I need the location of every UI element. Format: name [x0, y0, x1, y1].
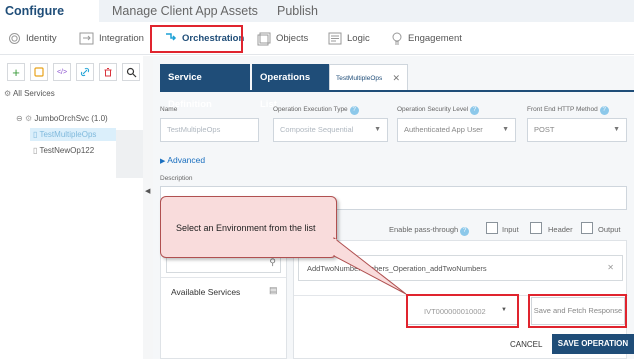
- tree-operation-label: TestMultipleOps: [39, 130, 97, 139]
- code-icon[interactable]: </>: [53, 63, 71, 81]
- link-icon[interactable]: [76, 63, 94, 81]
- tree-service[interactable]: ⊖ ⚙ JumboOrchSvc (1.0): [16, 114, 108, 123]
- subnav-label: Logic: [347, 33, 370, 44]
- objects-icon: [257, 32, 271, 46]
- tab-configure-services[interactable]: Configure Services: [0, 0, 99, 40]
- help-icon[interactable]: ?: [599, 106, 609, 115]
- name-input[interactable]: TestMultipleOps: [160, 118, 259, 142]
- advanced-toggle[interactable]: ▶ Advanced: [160, 155, 205, 165]
- exec-type-label: Operation Execution Type?: [273, 106, 359, 115]
- help-icon[interactable]: ?: [349, 106, 359, 115]
- tree-operation[interactable]: ▯ TestNewOp122: [33, 146, 94, 155]
- chevron-down-icon: ▼: [502, 126, 509, 133]
- subnav-integration[interactable]: Integration: [79, 22, 144, 55]
- fetch-highlight: [528, 294, 627, 328]
- subnav-engagement[interactable]: Engagement: [391, 22, 462, 55]
- engagement-icon: [391, 32, 403, 46]
- add-icon[interactable]: +: [7, 63, 25, 81]
- advanced-label: Advanced: [167, 155, 206, 165]
- search-icon[interactable]: [122, 63, 140, 81]
- chevron-right-icon: ▶: [160, 158, 166, 165]
- orchestration-highlight: [150, 25, 243, 53]
- delete-icon[interactable]: [99, 63, 117, 81]
- tab-operations-list[interactable]: Operations List: [252, 64, 329, 110]
- environment-highlight: [406, 294, 519, 328]
- input-checkbox-label: Input: [502, 225, 519, 234]
- description-label: Description: [160, 175, 193, 182]
- output-checkbox[interactable]: [581, 222, 593, 234]
- tree-operation-label: TestNewOp122: [39, 146, 95, 155]
- gear-icon: ⚙: [4, 89, 12, 98]
- help-icon[interactable]: ?: [470, 106, 480, 115]
- top-tab-bar: Configure Services Manage Client App Ass…: [0, 0, 634, 40]
- chevron-down-icon: ▼: [613, 126, 620, 133]
- subnav-label: Engagement: [408, 33, 462, 44]
- subnav-label: Objects: [276, 33, 309, 44]
- collapse-icon: ⊖: [16, 114, 23, 123]
- name-label: Name: [160, 106, 178, 113]
- tab-underline: [160, 90, 634, 92]
- tab-service-definition[interactable]: Service Definition: [160, 64, 250, 110]
- output-checkbox-label: Output: [598, 225, 621, 234]
- tab-operation-chip[interactable]: TestMultipleOps ✕: [329, 64, 408, 91]
- tree-root-label: All Services: [12, 89, 55, 98]
- sub-navigation: Identity Integration Orchestration Objec…: [0, 22, 634, 55]
- header-checkbox[interactable]: [530, 222, 542, 234]
- folder-icon[interactable]: [30, 63, 48, 81]
- cancel-button[interactable]: CANCEL: [510, 340, 542, 349]
- exec-type-select[interactable]: Composite Sequential ▼: [273, 118, 388, 142]
- subnav-label: Integration: [99, 33, 144, 44]
- security-select[interactable]: Authenticated App User ▼: [397, 118, 516, 142]
- file-icon: ▯: [33, 146, 38, 155]
- security-label: Operation Security Level?: [397, 106, 480, 115]
- collapse-strip[interactable]: ◀: [143, 56, 153, 359]
- tooltip-pointer: [333, 236, 407, 295]
- input-checkbox[interactable]: [486, 222, 498, 234]
- close-icon[interactable]: ✕: [607, 263, 614, 272]
- help-icon[interactable]: ?: [460, 227, 470, 236]
- chip-label: TestMultipleOps: [336, 75, 383, 82]
- available-services-label: Available Services: [171, 287, 241, 297]
- tree-root[interactable]: ⚙ All Services: [4, 89, 55, 98]
- subnav-identity[interactable]: Identity: [8, 22, 57, 55]
- left-panel: + </> ⚙ All Services ⊖ ⚙ JumboOrchSvc (1…: [0, 56, 147, 359]
- subnav-logic[interactable]: Logic: [328, 22, 370, 55]
- http-method-label: Front End HTTP Method?: [527, 106, 609, 115]
- collapse-arrow-icon[interactable]: ◀: [145, 187, 150, 195]
- save-operation-button[interactable]: SAVE OPERATION: [552, 334, 634, 354]
- chevron-down-icon: ▼: [374, 126, 381, 133]
- tab-manage-client-app-assets[interactable]: Manage Client App Assets: [112, 0, 258, 22]
- tree-operation-selected[interactable]: ▯ TestMultipleOps: [30, 128, 116, 141]
- subnav-label: Identity: [26, 33, 57, 44]
- logic-icon: [328, 32, 342, 45]
- close-icon[interactable]: ✕: [392, 65, 400, 92]
- tree-service-label: JumboOrchSvc (1.0): [34, 114, 108, 123]
- file-icon: ▯: [33, 130, 38, 139]
- list-icon[interactable]: ▤: [269, 285, 278, 296]
- tab-publish[interactable]: Publish: [277, 0, 318, 22]
- subnav-objects[interactable]: Objects: [257, 22, 308, 55]
- fingerprint-icon: [8, 32, 21, 45]
- gear-icon: ⚙: [24, 114, 33, 123]
- header-checkbox-label: Header: [548, 225, 573, 234]
- http-method-select[interactable]: POST ▼: [527, 118, 627, 142]
- instruction-tooltip: Select an Environment from the list: [160, 196, 337, 258]
- integration-icon: [79, 32, 94, 45]
